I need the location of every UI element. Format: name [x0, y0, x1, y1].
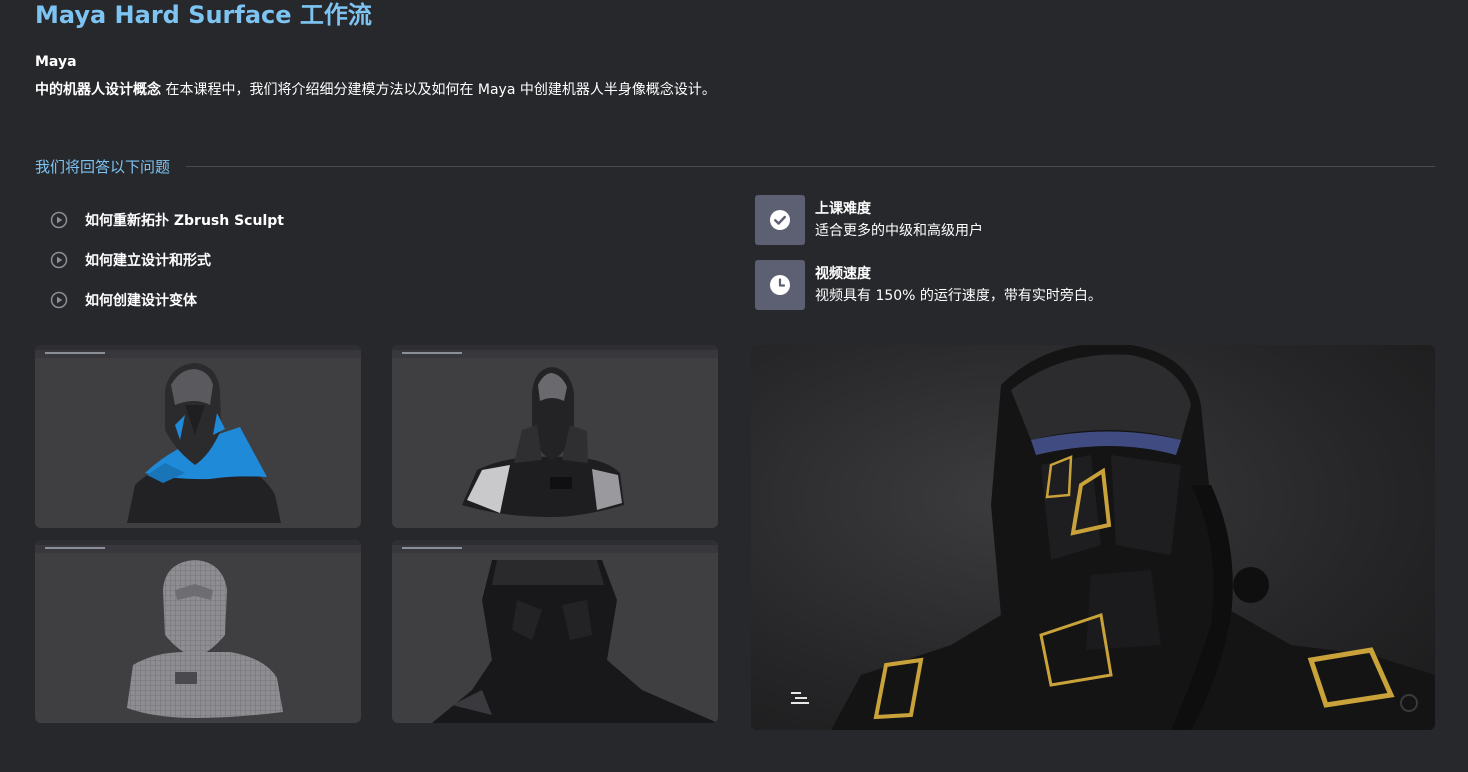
question-item: 如何创建设计变体 — [50, 280, 284, 320]
robot-bust-image — [432, 560, 718, 723]
play-circle-icon — [50, 211, 68, 229]
check-circle-icon — [755, 195, 805, 245]
thumbnail-closeup[interactable] — [392, 540, 718, 723]
menu-strip — [45, 352, 105, 354]
question-label: 如何建立设计和形式 — [85, 253, 211, 269]
play-circle-icon — [50, 251, 68, 269]
robot-bust-image — [462, 367, 624, 517]
menu-strip — [402, 352, 462, 354]
menu-strip — [402, 547, 462, 549]
watermark-logo-icon — [791, 692, 809, 704]
robot-bust-image — [127, 363, 281, 523]
questions-heading: 我们将回答以下问题 — [35, 153, 1435, 179]
difficulty-info: 上课难度 适合更多的中级和高级用户 — [755, 195, 983, 245]
clock-icon — [755, 260, 805, 310]
thumbnail-wireframe[interactable] — [35, 540, 361, 723]
question-item: 如何建立设计和形式 — [50, 240, 284, 280]
menu-strip — [45, 547, 105, 549]
intro-text: 在本课程中，我们将介绍细分建模方法以及如何在 Maya 中创建机器人半身像概念设… — [161, 82, 716, 98]
questions-list: 如何重新拓扑 Zbrush Sculpt 如何建立设计和形式 如何创建设计变体 — [50, 200, 284, 320]
difficulty-text: 适合更多的中级和高级用户 — [815, 223, 983, 239]
questions-heading-label: 我们将回答以下问题 — [35, 157, 171, 176]
robot-bust-image — [127, 560, 283, 718]
question-item: 如何重新拓扑 Zbrush Sculpt — [50, 200, 284, 240]
speed-title: 视频速度 — [815, 266, 871, 282]
intro-description: 中的机器人设计概念 在本课程中，我们将介绍细分建模方法以及如何在 Maya 中创… — [35, 76, 716, 104]
speed-info: 视频速度 视频具有 150% 的运行速度，带有实时旁白。 — [755, 260, 1102, 310]
play-circle-icon — [50, 291, 68, 309]
question-label: 如何重新拓扑 Zbrush Sculpt — [85, 213, 284, 229]
page-title: Maya Hard Surface 工作流 — [35, 1, 372, 29]
thumbnail-retopology[interactable] — [35, 345, 361, 528]
heading-divider — [186, 165, 1435, 167]
course-intro: Maya 中的机器人设计概念 在本课程中，我们将介绍细分建模方法以及如何在 Ma… — [35, 48, 716, 104]
robot-render — [831, 345, 1435, 730]
difficulty-title: 上课难度 — [815, 201, 871, 217]
thumbnail-glossy[interactable] — [392, 345, 718, 528]
intro-subject: 中的机器人设计概念 — [35, 82, 161, 98]
intro-app-name: Maya — [35, 54, 77, 70]
question-label: 如何创建设计变体 — [85, 293, 197, 309]
speed-text: 视频具有 150% 的运行速度，带有实时旁白。 — [815, 288, 1102, 304]
hero-render-image[interactable] — [751, 345, 1435, 730]
